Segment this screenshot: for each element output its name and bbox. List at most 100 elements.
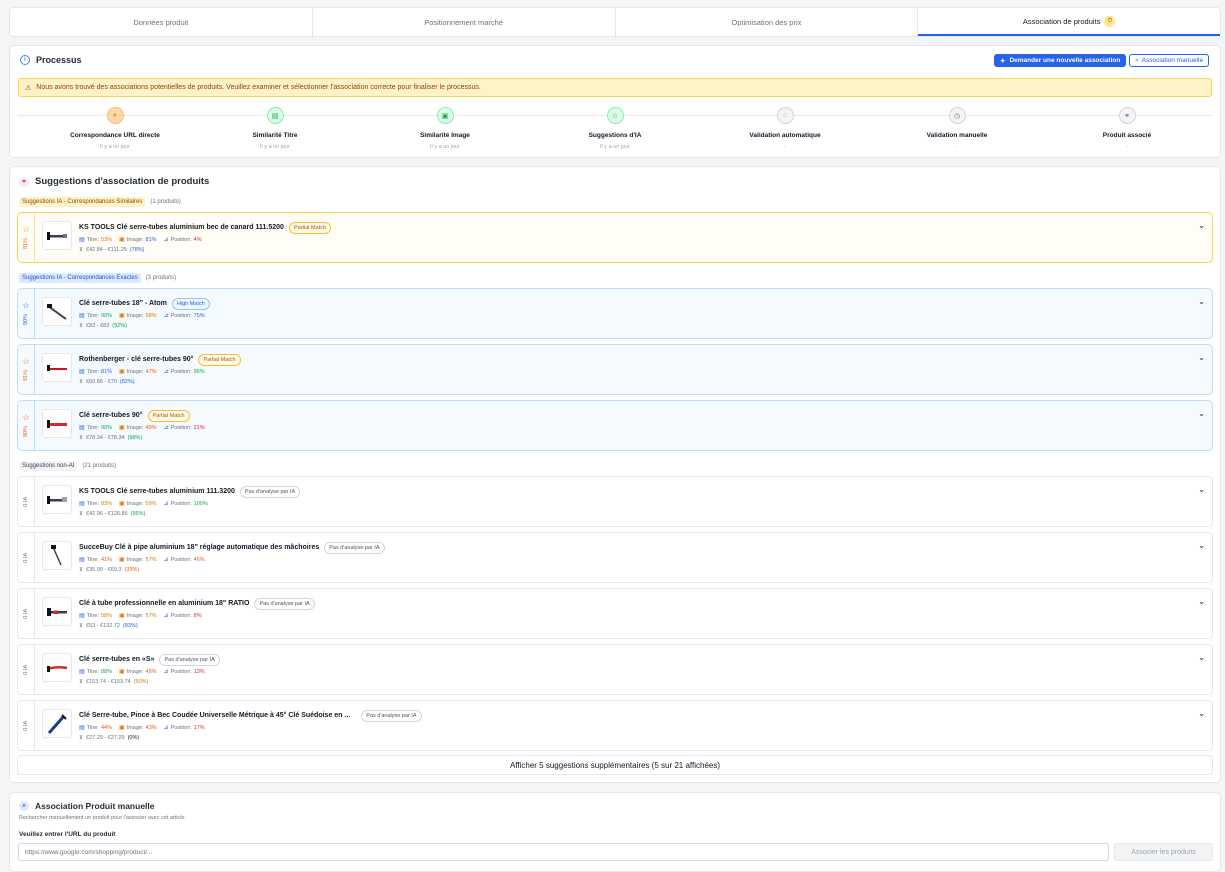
suggestions-header: ⚭ Suggestions d'association de produits [19, 176, 209, 187]
image-icon: ▣ [119, 725, 125, 731]
show-more-button[interactable]: Afficher 5 suggestions supplémentaires (… [17, 755, 1213, 775]
chart-icon: ⊿ [163, 613, 169, 619]
tab-product-data[interactable]: Données produit [10, 8, 313, 36]
sparkle-icon: ✦ [1000, 57, 1006, 65]
suggestion-item[interactable]: 0 IA Clé serre-tubes en «S» Pas d'analys… [17, 644, 1213, 695]
product-url-input[interactable] [18, 843, 1109, 861]
shield-icon: ◌ [776, 107, 794, 124]
chart-icon: ⊿ [163, 369, 169, 375]
score-column: ☆ 81% [18, 213, 35, 262]
cart-icon: ⊻ [79, 379, 84, 385]
match-badge: Partial Match [147, 409, 190, 422]
group-ai-similar: Suggestions IA - Correspondances Similai… [19, 197, 181, 207]
chart-icon: ⊿ [163, 501, 169, 507]
cart-icon: ⊻ [79, 511, 84, 517]
star-icon: ☆ [22, 356, 30, 366]
score-column: 0 IA [18, 589, 35, 638]
image-icon: ▣ [119, 425, 125, 431]
step-product-associated: ⚭ Produit associé - [1042, 107, 1212, 150]
chart-icon: ⊿ [163, 725, 169, 731]
tab-market-positioning[interactable]: Positionnement marché [313, 8, 616, 36]
chevron-down-icon[interactable]: ⌄ [1198, 297, 1205, 306]
step-title-similarity: ▤ Similarité Titre Il y a un jour [190, 107, 360, 150]
score-column: ☆ 80% [18, 401, 35, 450]
document-icon: ▤ [79, 613, 85, 619]
product-name: Clé serre-tubes en «S» [79, 656, 155, 663]
tab-bar: Données produit Positionnement marché Op… [9, 7, 1221, 37]
product-thumbnail [42, 597, 72, 626]
product-name: Clé à tube professionnelle en aluminium … [79, 600, 250, 607]
chevron-down-icon[interactable]: ⌄ [1198, 653, 1205, 662]
product-thumbnail [42, 353, 72, 382]
suggestion-item[interactable]: ☆ 81% KS TOOLS Clé serre-tubes aluminium… [17, 212, 1213, 263]
tab-price-optimization[interactable]: Optimisation des prix [616, 8, 919, 36]
suggestion-item[interactable]: ☆ 81% Rothenberger - clé serre-tubes 90°… [17, 344, 1213, 395]
associate-products-button[interactable]: Associer les produits [1114, 843, 1213, 861]
group-ai-exact: Suggestions IA - Correspondances Exactes… [19, 273, 176, 283]
cart-icon: ⊻ [79, 567, 84, 573]
no-ai-badge: Pas d'analyse par IA [239, 485, 301, 498]
suggestion-item[interactable]: ☆ 80% Clé serre-tubes 90° Partial Match … [17, 400, 1213, 451]
product-thumbnail [42, 221, 72, 250]
score-column: 0 IA [18, 645, 35, 694]
cart-icon: ⊻ [79, 323, 84, 329]
clock-icon: ◷ [948, 107, 966, 124]
step-url-match: ⌕ Correspondance URL directe Il y a un j… [30, 107, 200, 150]
chevron-down-icon[interactable]: ⌄ [1198, 541, 1205, 550]
image-icon: ▣ [119, 237, 125, 243]
chevron-down-icon[interactable]: ⌄ [1198, 353, 1205, 362]
request-new-association-button[interactable]: ✦ Demander une nouvelle association [994, 54, 1127, 67]
manual-association-button[interactable]: ⌕ Association manuelle [1129, 54, 1210, 67]
chevron-down-icon[interactable]: ⌄ [1198, 485, 1205, 494]
image-icon: ▣ [119, 313, 125, 319]
link-icon: ⚭ [19, 176, 29, 187]
product-thumbnail [42, 409, 72, 438]
chevron-down-icon[interactable]: ⌄ [1198, 409, 1205, 418]
suggestion-item[interactable]: 0 IA SucceBuy Clé à pipe aluminium 18" r… [17, 532, 1213, 583]
step-manual-validation: ◷ Validation manuelle - [872, 107, 1042, 150]
step-ai-suggestions: ☆ Suggestions d'IA Il y a un jour [530, 107, 700, 150]
cart-icon: ⊻ [79, 247, 84, 253]
image-icon: ▣ [119, 501, 125, 507]
product-name: Clé serre-tubes 90° [79, 412, 143, 419]
product-name: Clé Serre-tube, Pince à Bec Coudée Unive… [79, 712, 351, 719]
product-thumbnail [42, 541, 72, 570]
chevron-down-icon[interactable]: ⌄ [1198, 709, 1205, 718]
info-icon: i [20, 55, 30, 65]
star-icon: ☆ [606, 107, 624, 124]
suggestion-item[interactable]: 0 IA Clé Serre-tube, Pince à Bec Coudée … [17, 700, 1213, 751]
suggestion-item[interactable]: ☆ 90% Clé serre-tubes 18" - Atom High Ma… [17, 288, 1213, 339]
score-column: 0 IA [18, 477, 35, 526]
tab-product-association[interactable]: Association de produits ⏱ [918, 8, 1220, 36]
document-icon: ▤ [79, 501, 85, 507]
chevron-down-icon[interactable]: ⌄ [1198, 597, 1205, 606]
cart-icon: ⊻ [79, 679, 84, 685]
product-name: KS TOOLS Clé serre-tubes aluminium bec d… [79, 224, 284, 231]
suggestions-card: ⚭ Suggestions d'association de produits … [9, 166, 1221, 783]
image-icon: ▣ [119, 557, 125, 563]
suggestion-item[interactable]: 0 IA Clé à tube professionnelle en alumi… [17, 588, 1213, 639]
manual-association-card: ⌕ Association Produit manuelle Recherche… [9, 792, 1221, 872]
product-name: KS TOOLS Clé serre-tubes aluminium 111.3… [79, 488, 235, 495]
star-icon: ☆ [22, 412, 30, 422]
score-column: 0 IA [18, 701, 35, 750]
product-thumbnail [42, 297, 72, 326]
chart-icon: ⊿ [163, 557, 169, 563]
chart-icon: ⊿ [163, 425, 169, 431]
warning-icon: ⚠ [25, 84, 32, 92]
document-icon: ▤ [79, 237, 85, 243]
no-ai-badge: Pas d'analyse par IA [159, 653, 220, 666]
score-column: 0 IA [18, 533, 35, 582]
score-column: ☆ 81% [18, 345, 35, 394]
document-icon: ▤ [79, 669, 85, 675]
chart-icon: ⊿ [163, 669, 169, 675]
manual-header: ⌕ Association Produit manuelle [19, 801, 155, 811]
document-icon: ▤ [79, 369, 85, 375]
chevron-down-icon[interactable]: ⌄ [1198, 221, 1205, 230]
link-icon: ⚭ [1118, 107, 1136, 124]
star-icon: ☆ [22, 300, 30, 310]
document-icon: ▤ [79, 725, 85, 731]
manual-title: Association Produit manuelle [35, 801, 155, 811]
chart-icon: ⊿ [163, 237, 169, 243]
suggestion-item[interactable]: 0 IA KS TOOLS Clé serre-tubes aluminium … [17, 476, 1213, 527]
